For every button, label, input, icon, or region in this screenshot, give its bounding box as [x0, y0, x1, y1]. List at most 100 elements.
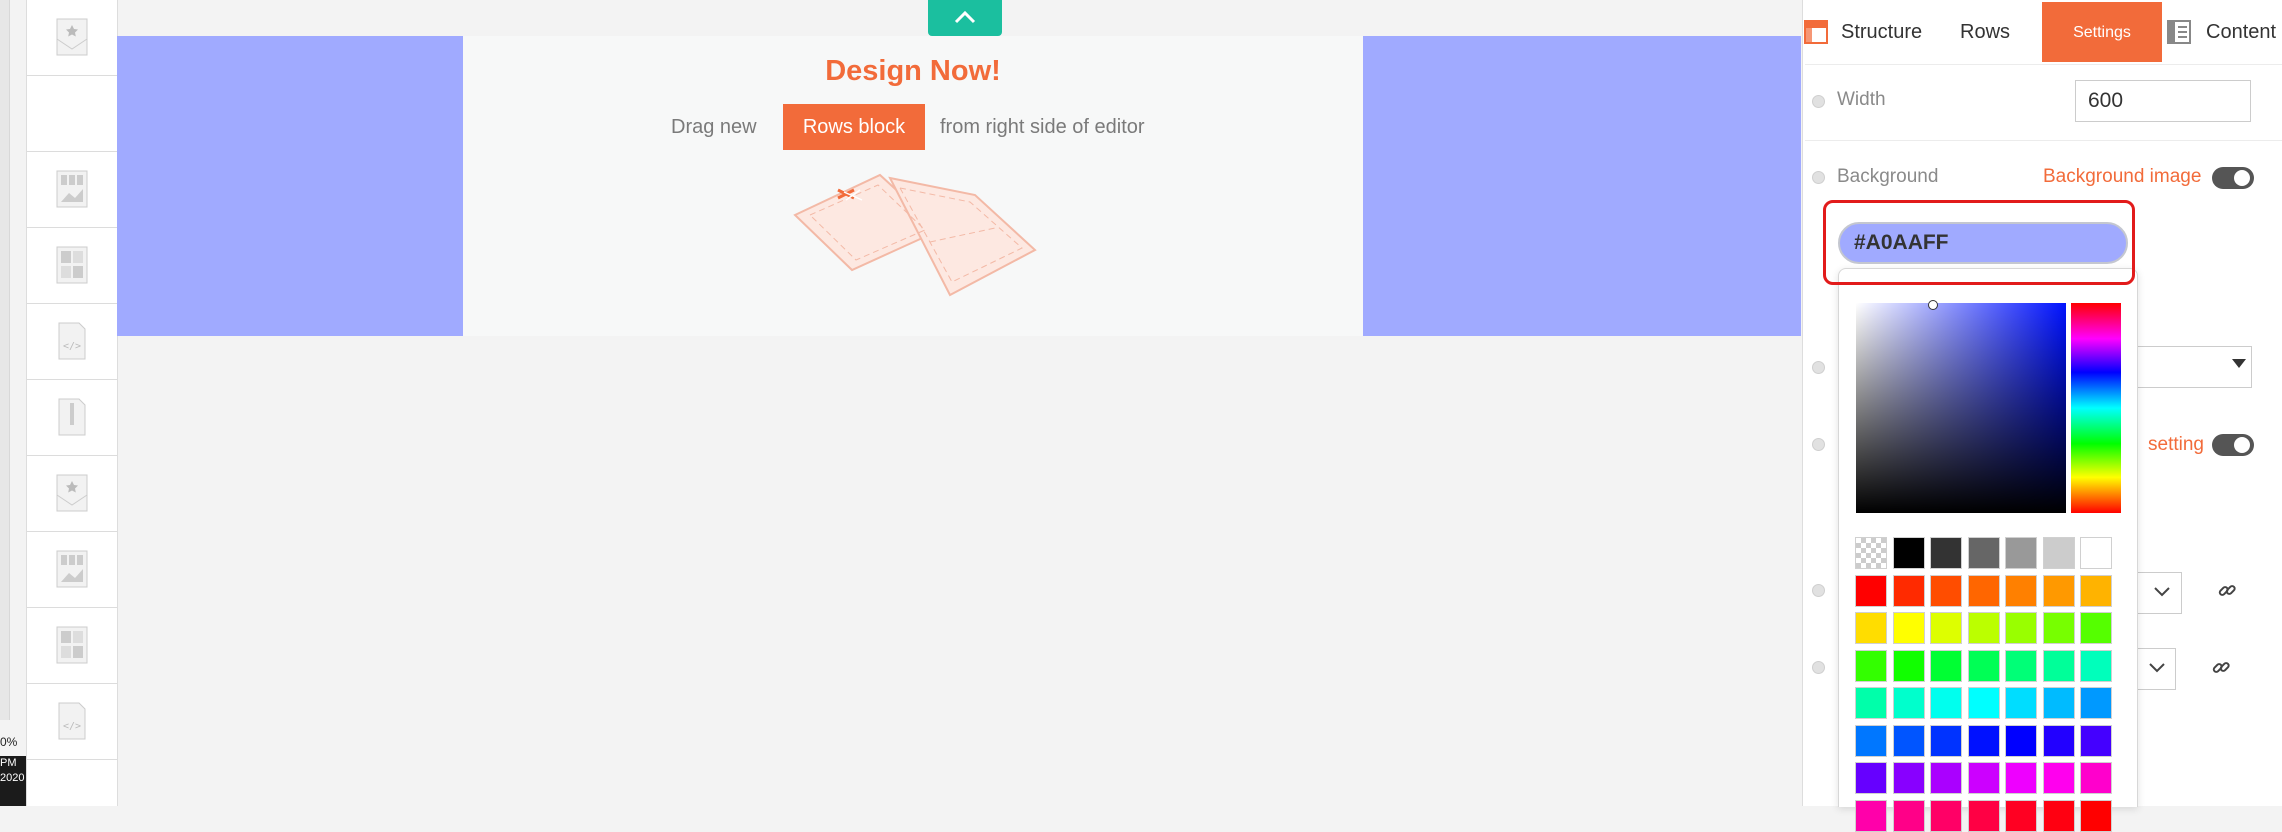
color-swatch[interactable] — [1892, 762, 1925, 794]
background-color-input[interactable] — [1838, 222, 2128, 264]
color-swatch[interactable] — [1930, 799, 1962, 832]
chevron-down-icon — [2149, 663, 2165, 673]
setting-toggle[interactable] — [2212, 434, 2254, 456]
thumb-blocks-2[interactable] — [27, 608, 117, 684]
color-swatch[interactable] — [1855, 799, 1887, 832]
color-swatch[interactable] — [1892, 612, 1925, 644]
color-swatch[interactable] — [2042, 687, 2075, 719]
thumb-code-2[interactable]: </> — [27, 684, 117, 760]
divider — [1805, 140, 2282, 141]
color-swatch[interactable] — [2005, 537, 2037, 569]
zip-file-icon — [58, 398, 86, 436]
tab-structure[interactable]: Structure — [1841, 0, 1922, 62]
row-dot — [1812, 584, 1825, 597]
color-swatch[interactable] — [1967, 574, 2000, 607]
structure-icon — [1804, 20, 1828, 44]
color-swatch[interactable] — [1855, 612, 1887, 644]
color-swatch[interactable] — [2005, 612, 2037, 644]
link-icon[interactable] — [2216, 580, 2238, 602]
color-swatch[interactable] — [2005, 574, 2037, 607]
saturation-value-area[interactable] — [1856, 303, 2066, 513]
color-swatch[interactable] — [2005, 762, 2037, 794]
color-swatch[interactable] — [1855, 649, 1887, 682]
color-swatch[interactable] — [1892, 687, 1925, 719]
thumb-blank[interactable] — [27, 76, 117, 152]
tab-rows[interactable]: Rows — [1960, 0, 2010, 62]
thumb-image-grid[interactable] — [27, 152, 117, 228]
color-swatch[interactable] — [1967, 649, 2000, 682]
color-swatch[interactable] — [1930, 762, 1962, 794]
chevron-down-icon — [2154, 587, 2170, 597]
color-swatch[interactable] — [1855, 687, 1887, 719]
color-swatch[interactable] — [2080, 687, 2112, 719]
color-swatch[interactable] — [1855, 574, 1887, 607]
color-swatch[interactable] — [2080, 612, 2112, 644]
color-swatch[interactable] — [1967, 762, 2000, 794]
color-swatch[interactable] — [2042, 574, 2075, 607]
color-swatch[interactable] — [2042, 724, 2075, 757]
color-swatch[interactable] — [1967, 687, 2000, 719]
rows-block-button[interactable]: Rows block — [783, 104, 925, 150]
link-icon[interactable] — [2210, 657, 2232, 679]
color-swatch[interactable] — [1892, 799, 1925, 832]
width-label: Width — [1837, 89, 1886, 110]
thumb-star-envelope-2[interactable] — [27, 456, 117, 532]
hue-slider[interactable] — [2071, 303, 2121, 513]
background-image-toggle[interactable] — [2212, 167, 2254, 189]
color-swatch[interactable] — [2005, 649, 2037, 682]
thumb-code[interactable]: </> — [27, 304, 117, 380]
color-swatch[interactable] — [1930, 537, 1962, 569]
drag-new-text: Drag new — [671, 116, 757, 138]
thumb-zip[interactable] — [27, 380, 117, 456]
row-dot — [1812, 361, 1825, 374]
left-edge — [0, 0, 10, 720]
thumb-star-envelope[interactable] — [27, 0, 117, 76]
color-swatch[interactable] — [1855, 762, 1887, 794]
row-dot — [1812, 438, 1825, 451]
tab-settings[interactable]: Settings — [2042, 2, 2162, 62]
color-swatch[interactable] — [2042, 799, 2075, 832]
tab-content[interactable]: Content — [2206, 0, 2276, 62]
color-swatch[interactable] — [1892, 724, 1925, 757]
color-swatch[interactable] — [2080, 799, 2112, 832]
color-swatch[interactable] — [1930, 574, 1962, 607]
color-swatch[interactable] — [1967, 799, 2000, 832]
color-swatch[interactable] — [2080, 537, 2112, 569]
color-swatch[interactable] — [1892, 537, 1925, 569]
color-swatch[interactable] — [2080, 574, 2112, 607]
color-swatch[interactable] — [1967, 724, 2000, 757]
color-swatch[interactable] — [1930, 687, 1962, 719]
color-swatch[interactable] — [1930, 724, 1962, 757]
color-swatch[interactable] — [2080, 762, 2112, 794]
color-swatch[interactable] — [2042, 762, 2075, 794]
code-file-icon: </> — [58, 322, 86, 360]
color-swatch[interactable] — [1967, 612, 2000, 644]
blocks-icon — [56, 626, 88, 664]
color-swatch[interactable] — [2042, 537, 2075, 569]
background-dot — [1812, 171, 1825, 184]
thumb-blocks[interactable] — [27, 228, 117, 304]
star-envelope-icon — [56, 18, 88, 56]
svg-text:</>: </> — [63, 721, 81, 732]
color-swatch[interactable] — [1930, 612, 1962, 644]
color-swatch[interactable] — [2042, 649, 2075, 682]
color-swatch[interactable] — [1892, 574, 1925, 607]
color-swatch[interactable] — [2080, 649, 2112, 682]
saturation-handle[interactable] — [1928, 300, 1938, 310]
width-input[interactable] — [2075, 80, 2251, 122]
star-envelope-icon — [56, 474, 88, 512]
color-swatch[interactable] — [1892, 649, 1925, 682]
divider — [1805, 64, 2282, 65]
thumb-image-grid-2[interactable] — [27, 532, 117, 608]
color-swatch[interactable] — [1967, 537, 2000, 569]
color-swatch[interactable] — [2005, 799, 2037, 832]
color-swatch[interactable] — [1855, 537, 1887, 569]
color-swatch[interactable] — [2005, 724, 2037, 757]
color-swatch[interactable] — [1930, 649, 1962, 682]
from-right-text: from right side of editor — [940, 116, 1145, 138]
color-swatch[interactable] — [1855, 724, 1887, 757]
color-swatch[interactable] — [2042, 612, 2075, 644]
collapse-button[interactable] — [928, 0, 1002, 36]
color-swatch[interactable] — [2005, 687, 2037, 719]
color-swatch[interactable] — [2080, 724, 2112, 757]
